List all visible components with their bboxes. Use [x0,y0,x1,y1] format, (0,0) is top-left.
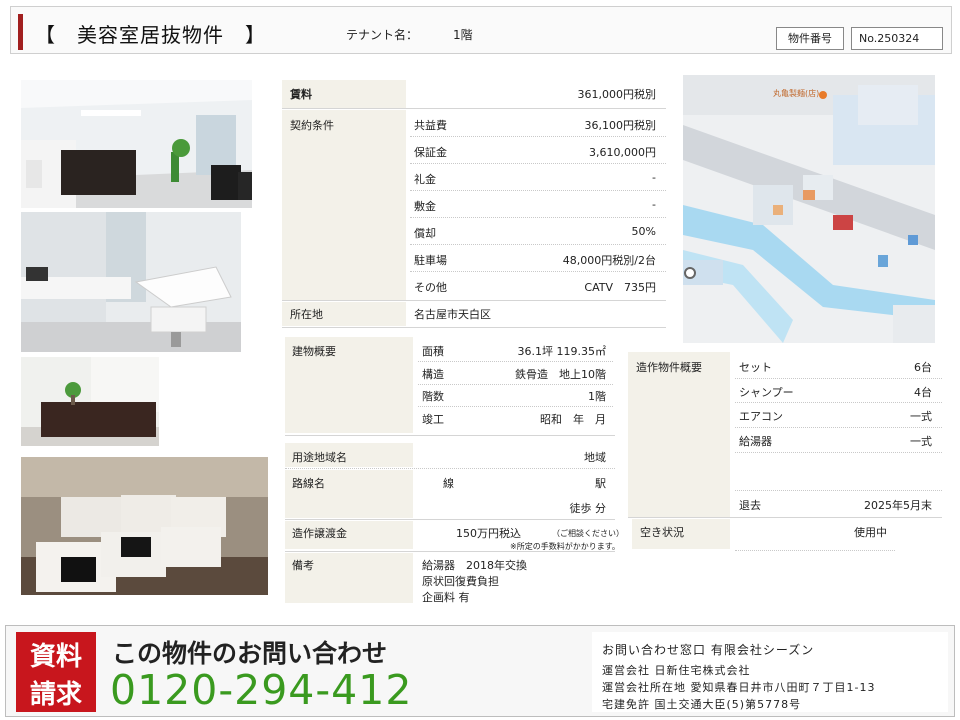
transfer-label: 造作譲渡金 [292,527,347,540]
term-label-5: 駐車場 [414,254,447,267]
term-value-0: 36,100円税別 [584,119,657,132]
term-value-2: - [652,171,656,184]
contact-line-2: 運営会社所在地 愛知県春日井市八田町７丁目1-13 [602,681,876,694]
remarks-line-2: 企画料 有 [422,591,470,604]
building-row-label-1: 構造 [422,368,444,381]
fixture-value-2: 一式 [910,410,932,423]
request-materials-badge[interactable]: 資料 請求 [16,632,96,712]
remarks-line-0: 給湯器 2018年交換 [422,559,527,572]
term-label-0: 共益費 [414,119,447,132]
building-row-label-0: 面積 [422,345,444,358]
building-row-value-3: 昭和 年 月 [540,413,606,426]
route-line: 線 [443,477,454,490]
location-map[interactable]: 丸亀製麺(店) [683,75,935,343]
term-label-3: 敷金 [414,200,436,213]
term-value-5: 48,000円税別/2台 [562,254,656,267]
vacancy-value: 使用中 [854,526,887,539]
tenant-value: 1階 [453,28,473,42]
badge-line-1: 資料 [29,642,82,672]
contact-line-0: お問い合わせ窓口 有限会社シーズン [602,643,815,657]
fixture-value-3: 一式 [910,435,932,448]
fixtures-label-cell [628,352,730,517]
term-label-1: 保証金 [414,146,447,159]
vacancy-label: 空き状況 [640,526,684,539]
location-label: 所在地 [290,308,323,321]
badge-line-2: 請求 [29,680,82,710]
salon-photo-1 [21,80,252,208]
company-info: お問い合わせ窓口 有限会社シーズン 運営会社 日新住宅株式会社 運営会社所在地 … [592,632,948,712]
route-label: 路線名 [292,477,325,490]
fixture-label-3: 給湯器 [739,435,772,448]
tenant-label: テナント名： [346,28,419,42]
route-station: 駅 [595,477,606,490]
fixture-label-1: シャンプー [739,386,794,399]
term-label-6: その他 [414,281,447,294]
term-value-6: CATV 735円 [584,281,656,294]
map-label-top: 丸亀製麺(店) [773,89,820,98]
property-number: No.250324 [851,27,943,50]
building-row-value-2: 1階 [588,390,606,403]
contract-label-cell [282,110,406,300]
contact-line-3: 宅建免許 国土交通大臣(5)第5778号 [602,698,802,711]
fixture-value-0: 6台 [914,361,932,374]
property-number-label: 物件番号 [776,27,844,50]
term-label-2: 礼金 [414,173,436,186]
contact-line-1: 運営会社 日新住宅株式会社 [602,664,751,677]
rent-value: 361,000円税別 [577,88,657,101]
route-walk: 徒歩 分 [569,502,607,515]
fixture-value-1: 4台 [914,386,932,399]
transfer-value: 150万円税込 [456,527,521,540]
contract-label: 契約条件 [290,119,334,132]
leave-label: 退去 [739,499,761,512]
rent-label: 賃料 [290,88,312,101]
salon-photo-4 [21,457,268,595]
transfer-note-1: （ご相談ください） [552,529,624,538]
remarks-line-1: 原状回復費負担 [422,575,499,588]
fixtures-label: 造作物件概要 [636,361,702,374]
salon-photo-3 [21,357,159,446]
fixture-label-2: エアコン [739,410,783,423]
leave-value: 2025年5月末 [864,499,932,512]
salon-photo-2 [21,212,241,352]
term-value-3: - [652,198,656,211]
building-label: 建物概要 [292,345,336,358]
fixture-label-0: セット [739,361,772,374]
contact-footer: 資料 請求 この物件のお問い合わせ 0120-294-412 お問い合わせ窓口 … [5,625,955,717]
term-value-4: 50% [631,225,656,238]
building-row-label-3: 竣工 [422,413,444,426]
zoning-label: 用途地域名 [292,451,347,464]
header-accent-bar [18,14,23,50]
contact-headline: この物件のお問い合わせ [112,639,388,668]
location-value: 名古屋市天白区 [414,308,491,321]
building-row-value-0: 36.1坪 119.35㎡ [517,345,606,358]
zoning-value: 地域 [584,451,606,464]
building-row-label-2: 階数 [422,390,444,403]
page-title: 【 美容室居抜物件 】 [35,23,266,47]
remarks-label: 備考 [292,559,314,572]
term-label-4: 償却 [414,227,436,240]
building-row-value-1: 鉄骨造 地上10階 [515,368,606,381]
phone-number[interactable]: 0120-294-412 [110,666,412,714]
term-value-1: 3,610,000円 [589,146,656,159]
header-bar: 【 美容室居抜物件 】 テナント名： 1階 物件番号 No.250324 [10,6,952,54]
